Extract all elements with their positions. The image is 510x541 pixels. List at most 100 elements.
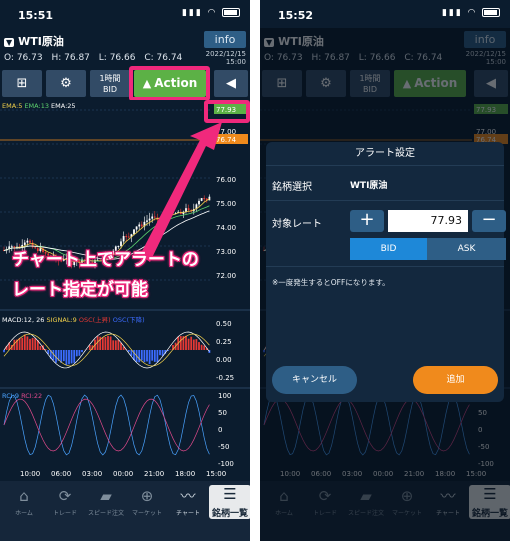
- rate-input[interactable]: 77.93: [388, 210, 468, 232]
- rci-tick: -50: [218, 443, 229, 451]
- x-tick: 00:00: [113, 470, 133, 478]
- candle-body: [133, 229, 135, 235]
- candle-body: [185, 208, 187, 212]
- macd-bar: [101, 337, 104, 350]
- macd-bar: [146, 350, 148, 362]
- x-tick: 03:00: [82, 470, 102, 478]
- macd-bar: [185, 335, 187, 350]
- right-phone-screen: 15:52 ▮▮▮ ◠ ▼WTI原油 info O: 76.73 H: 76.8…: [260, 0, 510, 541]
- bidask-label: BID: [102, 85, 117, 94]
- bid-toggle[interactable]: BID: [350, 238, 427, 260]
- status-bar: 15:51 ▮▮▮ ◠: [0, 0, 250, 28]
- tab-trade[interactable]: ⟳ トレード: [45, 487, 85, 517]
- macd-bar: [151, 350, 154, 361]
- signal-label: SIGNAL:9: [46, 316, 77, 324]
- macd-bar: [62, 350, 65, 362]
- grid-icon: ⊞: [16, 76, 28, 91]
- macd-bar: [169, 349, 172, 350]
- price-tag: 74.00: [216, 224, 236, 232]
- macd-bar: [73, 350, 76, 363]
- macd-bar: [23, 334, 26, 350]
- macd-bar: [60, 350, 63, 363]
- macd-tick: 0.00: [216, 356, 232, 364]
- macd-bar: [21, 337, 24, 350]
- macd-bar: [140, 350, 143, 361]
- rate-minus-button[interactable]: −: [472, 210, 506, 232]
- tab-label: スピード注文: [87, 510, 124, 517]
- macd-tick: 0.50: [216, 320, 232, 328]
- tab-home[interactable]: ⌂ ホーム: [4, 487, 44, 517]
- tab-label: マーケット: [131, 510, 162, 517]
- tab-label: 銘柄一覧: [211, 509, 248, 519]
- symbol-value[interactable]: WTI原油: [350, 178, 387, 191]
- tab-label: チャート: [176, 510, 200, 517]
- chart-icon: 〰: [180, 487, 196, 505]
- signal-icon: ▮▮▮: [181, 8, 203, 18]
- candle-body: [151, 216, 154, 219]
- signal-icon: ▮▮▮: [441, 8, 463, 18]
- trade-icon: ⟳: [58, 487, 72, 505]
- x-tick: 18:00: [175, 470, 195, 478]
- collapse-arrow-icon: ◀: [226, 76, 236, 91]
- candle-body: [208, 196, 211, 201]
- price-tag: 75.00: [216, 200, 236, 208]
- symbol-list-icon: ☰: [223, 485, 237, 503]
- period-bid-button[interactable]: 1時間 BID: [90, 70, 130, 97]
- battery-icon: [222, 8, 240, 17]
- alert-settings-dialog: アラート設定 銘柄選択 WTI原油 対象レート + 77.93 − BID AS…: [266, 142, 506, 402]
- macd-bar: [26, 336, 29, 350]
- price-tag: 76.00: [216, 176, 236, 184]
- tab-symbol-list[interactable]: ☰ 銘柄一覧: [209, 485, 250, 519]
- high-value: H: 76.87: [51, 53, 90, 63]
- macd-tick: -0.25: [216, 374, 234, 382]
- macd-bar: [143, 350, 146, 363]
- price-tag: 73.00: [216, 248, 236, 256]
- macd-bar: [138, 350, 141, 363]
- collapse-button[interactable]: ◀: [214, 70, 248, 97]
- symbol-label: 銘柄選択: [272, 182, 312, 193]
- callout-line-1: チャート上でアラートの: [12, 250, 199, 270]
- candle-body: [29, 240, 31, 243]
- alert-note: ※一度発生するとOFFになります。: [272, 278, 390, 287]
- candle-body: [172, 210, 174, 214]
- cancel-button[interactable]: キャンセル: [272, 366, 357, 394]
- add-button[interactable]: 追加: [413, 366, 498, 394]
- ema13-label: EMA:13: [24, 102, 49, 110]
- chart-date: 2022/12/15: [205, 50, 246, 58]
- wifi-icon: ◠: [467, 8, 477, 18]
- macd-bar: [18, 337, 21, 350]
- macd-bar: [88, 345, 91, 350]
- rci-legend: RCI:9 RCI:22: [2, 392, 42, 400]
- tab-chart[interactable]: 〰チャート: [168, 487, 208, 517]
- speed-order-icon: ▰: [100, 487, 112, 505]
- ask-toggle[interactable]: ASK: [427, 238, 506, 260]
- symbol-selector[interactable]: ▼WTI原油: [4, 33, 64, 49]
- price-tag: 76.74: [216, 136, 237, 144]
- tab-market[interactable]: ⊕ マーケット: [127, 487, 167, 517]
- macd-bar: [70, 350, 73, 364]
- callout-line-2: レート指定が可能: [12, 280, 148, 300]
- macd-bar: [159, 350, 161, 356]
- tab-speed-order[interactable]: ▰ スピード注文: [86, 487, 126, 517]
- rate-plus-button[interactable]: +: [350, 210, 384, 232]
- price-tag-highlight-frame: [204, 100, 250, 123]
- open-value: O: 76.73: [4, 53, 43, 63]
- ema-legend: EMA:5 EMA:13 EMA:25: [2, 102, 76, 110]
- candle-body: [135, 226, 138, 230]
- layout-grid-button[interactable]: ⊞: [2, 70, 42, 97]
- x-tick: 10:00: [20, 470, 40, 478]
- settings-button[interactable]: ⚙: [46, 70, 86, 97]
- info-button[interactable]: info: [204, 31, 246, 48]
- macd-bar: [3, 350, 5, 353]
- candle-body: [26, 240, 29, 243]
- rci-tick: 50: [218, 409, 227, 417]
- action-highlight-frame: [129, 66, 210, 101]
- candle-body: [125, 236, 128, 238]
- market-icon: ⊕: [140, 487, 154, 505]
- candle-body: [203, 198, 206, 200]
- macd-bar: [39, 346, 42, 350]
- period-label: 1時間: [99, 74, 121, 83]
- x-tick: 21:00: [144, 470, 164, 478]
- candle-body: [122, 236, 125, 242]
- left-phone-screen: 15:51 ▮▮▮ ◠ ▼ WTI原油 info O: 76.73 H: 76.8…: [0, 0, 250, 541]
